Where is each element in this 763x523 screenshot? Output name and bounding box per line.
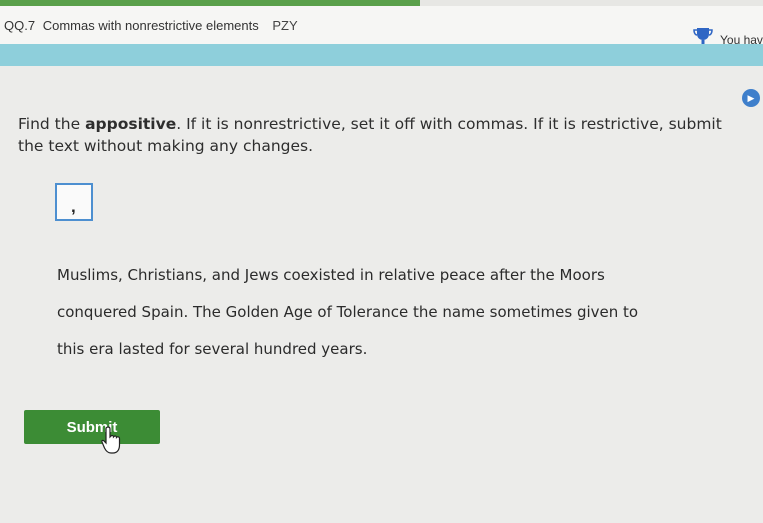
comma-icon: , <box>71 197 76 216</box>
instruction-text-1: Find the <box>18 115 86 133</box>
skill-code: QQ.7 <box>4 18 36 33</box>
submit-button[interactable]: Submit <box>24 410 160 444</box>
instruction-keyword: appositive <box>85 115 177 133</box>
speaker-icon[interactable]: ▶ <box>742 89 760 107</box>
passage-line[interactable]: this era lasted for several hundred year… <box>57 336 707 373</box>
skill-title: QQ.7 Commas with nonrestrictive elements… <box>4 18 298 33</box>
skill-tag: PZY <box>272 18 298 33</box>
passage[interactable]: Muslims, Christians, and Jews coexisted … <box>57 262 707 373</box>
comma-tool-button[interactable]: , <box>55 183 93 221</box>
passage-line[interactable]: Muslims, Christians, and Jews coexisted … <box>57 262 707 299</box>
question-instructions: Find the appositive. If it is nonrestric… <box>18 113 733 157</box>
hand-cursor-icon <box>101 426 121 454</box>
passage-line[interactable]: conquered Spain. The Golden Age of Toler… <box>57 299 707 336</box>
skill-name: Commas with nonrestrictive elements <box>42 18 259 33</box>
header-band <box>0 44 763 66</box>
